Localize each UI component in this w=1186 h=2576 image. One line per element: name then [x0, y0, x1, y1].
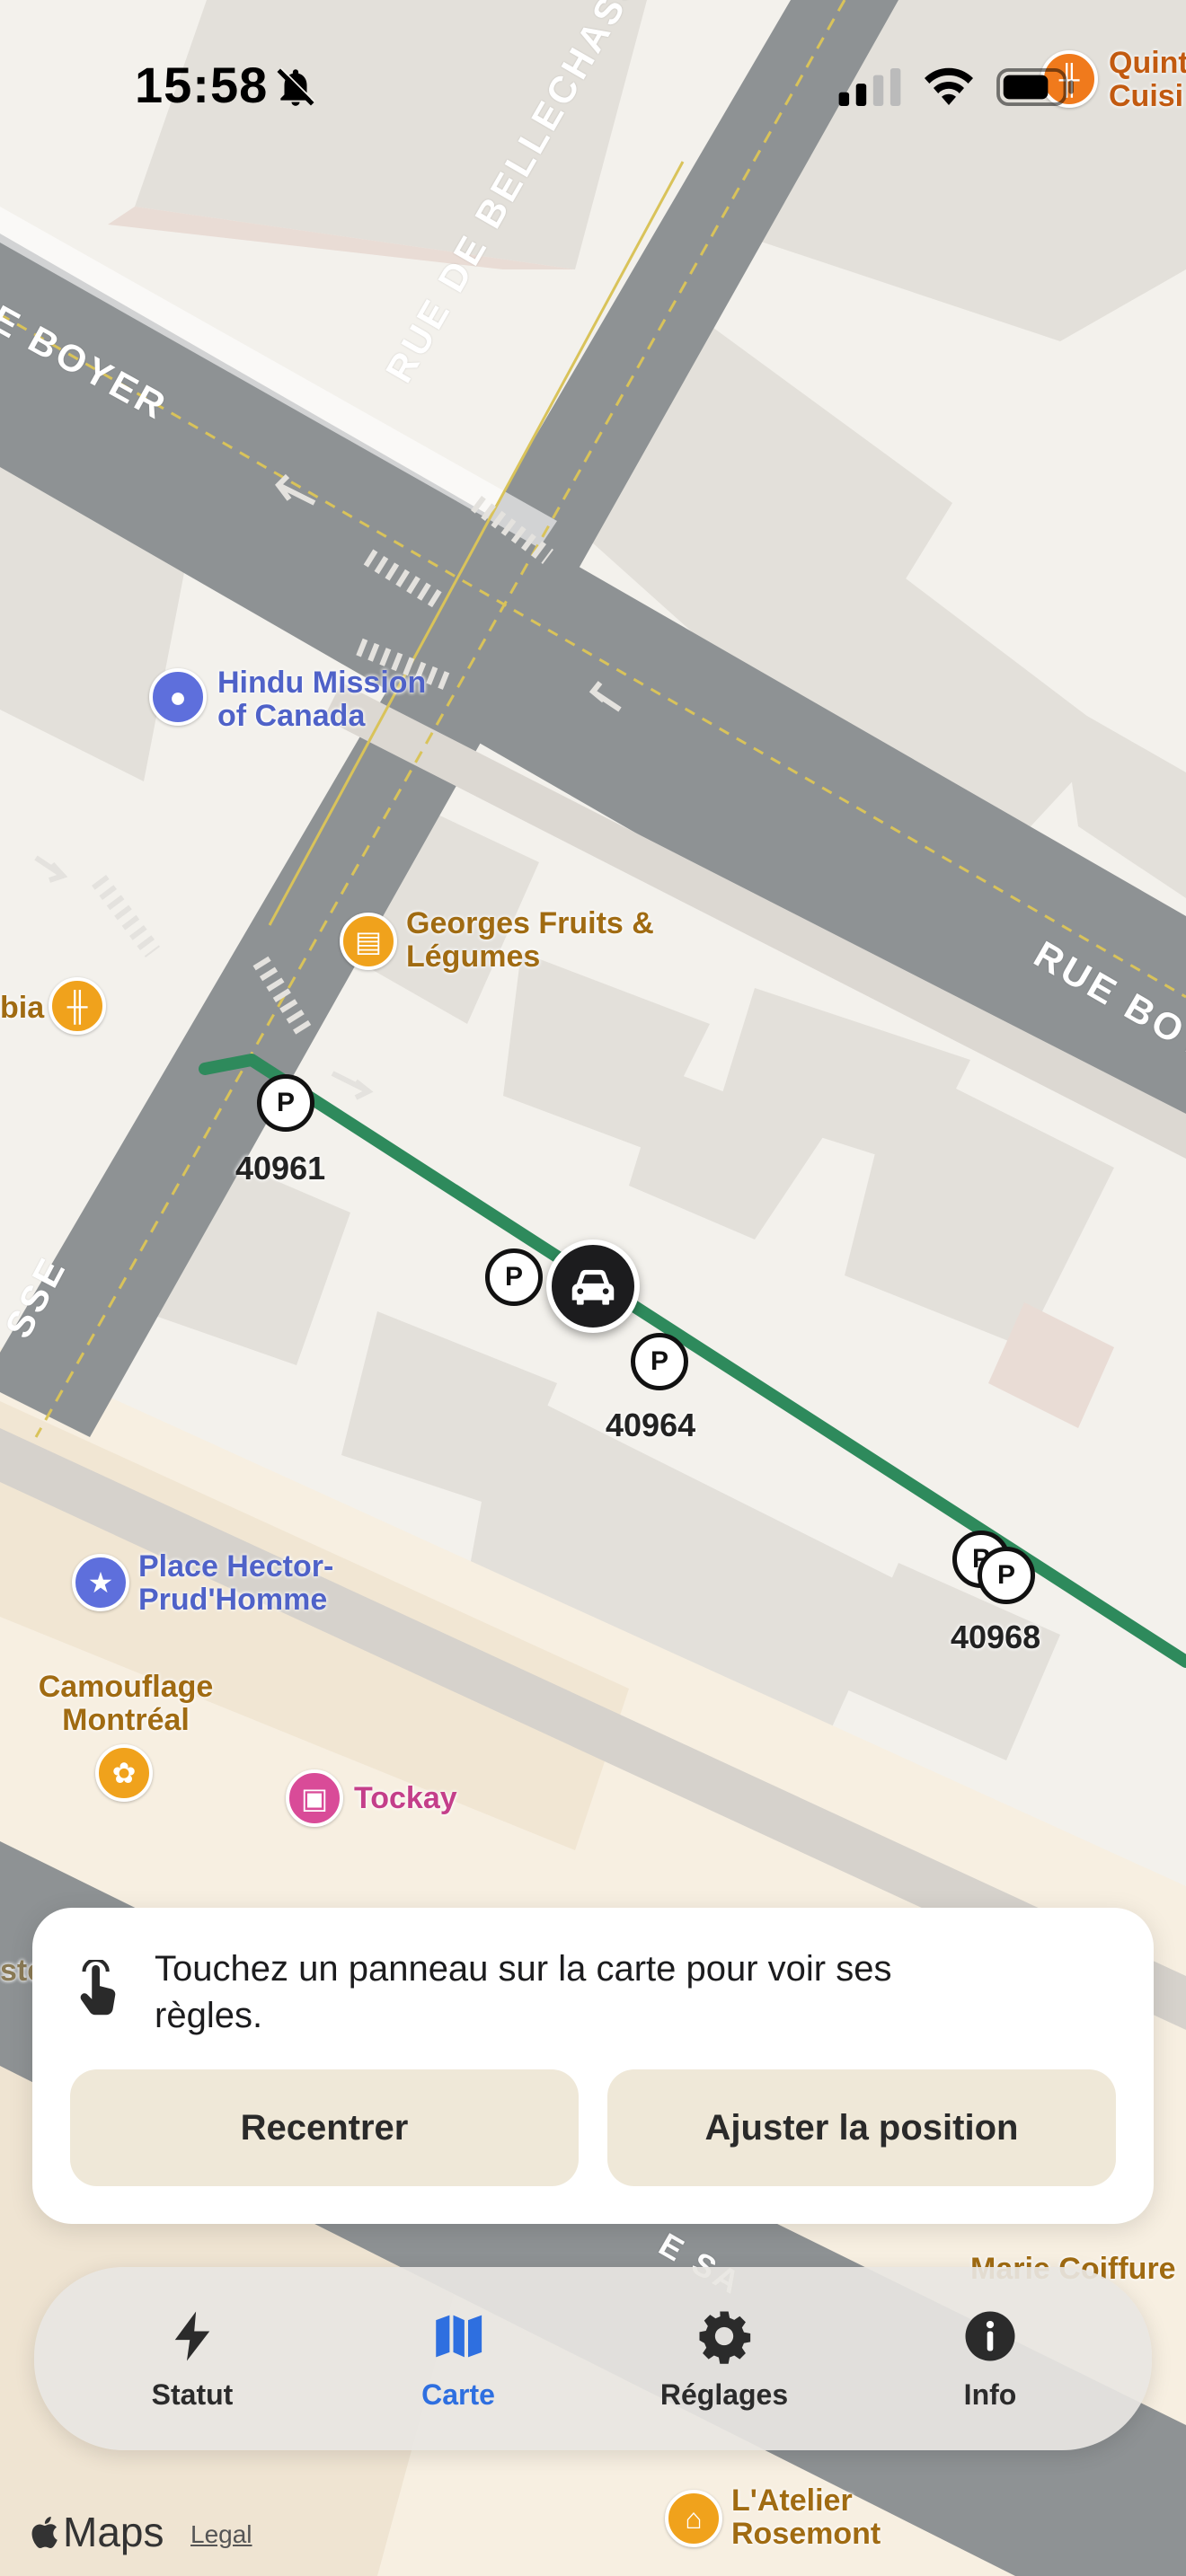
battery-icon: [996, 68, 1074, 106]
tab-label: Carte: [421, 2378, 495, 2411]
poi-georges-fruits[interactable]: Georges Fruits & Légumes: [406, 906, 654, 975]
cellular-signal-icon: [838, 68, 901, 106]
parking-sign-40968-b[interactable]: P: [978, 1547, 1035, 1604]
tab-label: Statut: [151, 2378, 234, 2411]
poi-place-hector[interactable]: Place Hector- Prud'Homme: [138, 1549, 333, 1618]
maps-attribution: Maps: [27, 2508, 164, 2556]
car-position-marker[interactable]: [546, 1239, 640, 1333]
tab-bar: Statut Carte Réglages Info: [34, 2267, 1152, 2450]
poi-atelier[interactable]: L'Atelier Rosemont: [731, 2483, 881, 2552]
apple-logo-icon: [31, 2517, 58, 2548]
sign-number: 40961: [235, 1150, 326, 1187]
parking-glyph: P: [650, 1346, 668, 1376]
bolt-icon: [174, 2311, 210, 2360]
parking-glyph: P: [276, 1088, 295, 1117]
tab-settings[interactable]: Réglages: [607, 2267, 841, 2450]
restaurant-icon[interactable]: ╫: [49, 977, 106, 1035]
parking-glyph: P: [996, 1560, 1015, 1590]
tab-status[interactable]: Statut: [75, 2267, 309, 2450]
sign-number: 40968: [951, 1619, 1041, 1655]
recenter-button[interactable]: Recentrer: [70, 2069, 579, 2186]
star-icon[interactable]: ★: [72, 1554, 129, 1611]
info-icon: [965, 2311, 1015, 2360]
poi-camouflage[interactable]: Camouflage Montréal: [27, 1670, 225, 1738]
adjust-position-button[interactable]: Ajuster la position: [607, 2069, 1116, 2186]
tap-hand-icon: [80, 1960, 116, 2016]
parking-sign-40961[interactable]: P: [257, 1074, 314, 1132]
poi-hindu-mission[interactable]: Hindu Mission of Canada: [217, 666, 426, 734]
hint-text: Touchez un panneau sur la carte pour voi…: [155, 1949, 892, 2035]
hint-card: Touchez un panneau sur la carte pour voi…: [32, 1908, 1154, 2224]
tab-map[interactable]: Carte: [341, 2267, 575, 2450]
status-time: 15:58: [135, 57, 269, 113]
hanger-icon[interactable]: ⌂: [665, 2490, 722, 2547]
tab-label: Info: [963, 2378, 1017, 2411]
legal-link[interactable]: Legal: [190, 2520, 252, 2549]
wifi-icon: [925, 67, 973, 105]
status-bar: 15:58: [0, 0, 1186, 171]
poi-tockay[interactable]: Tockay: [354, 1781, 457, 1815]
map-icon: [436, 2315, 482, 2357]
place-marker-icon[interactable]: ●: [149, 668, 207, 726]
bell-slash-icon: [277, 67, 315, 106]
car-icon: [571, 1269, 615, 1305]
poi-bia[interactable]: bia: [0, 991, 44, 1025]
sign-number: 40964: [606, 1407, 696, 1443]
parking-sign-40964[interactable]: P: [631, 1333, 688, 1390]
tab-info[interactable]: Info: [873, 2267, 1107, 2450]
tennis-icon[interactable]: ✿: [95, 1744, 153, 1802]
grocery-icon[interactable]: ▤: [340, 913, 397, 970]
tab-label: Réglages: [659, 2378, 789, 2411]
parking-glyph: P: [504, 1262, 523, 1292]
gear-icon: [699, 2311, 751, 2364]
maps-label: Maps: [63, 2509, 164, 2555]
parking-sign-near-car[interactable]: P: [485, 1248, 543, 1306]
gallery-icon[interactable]: ▣: [286, 1769, 343, 1827]
